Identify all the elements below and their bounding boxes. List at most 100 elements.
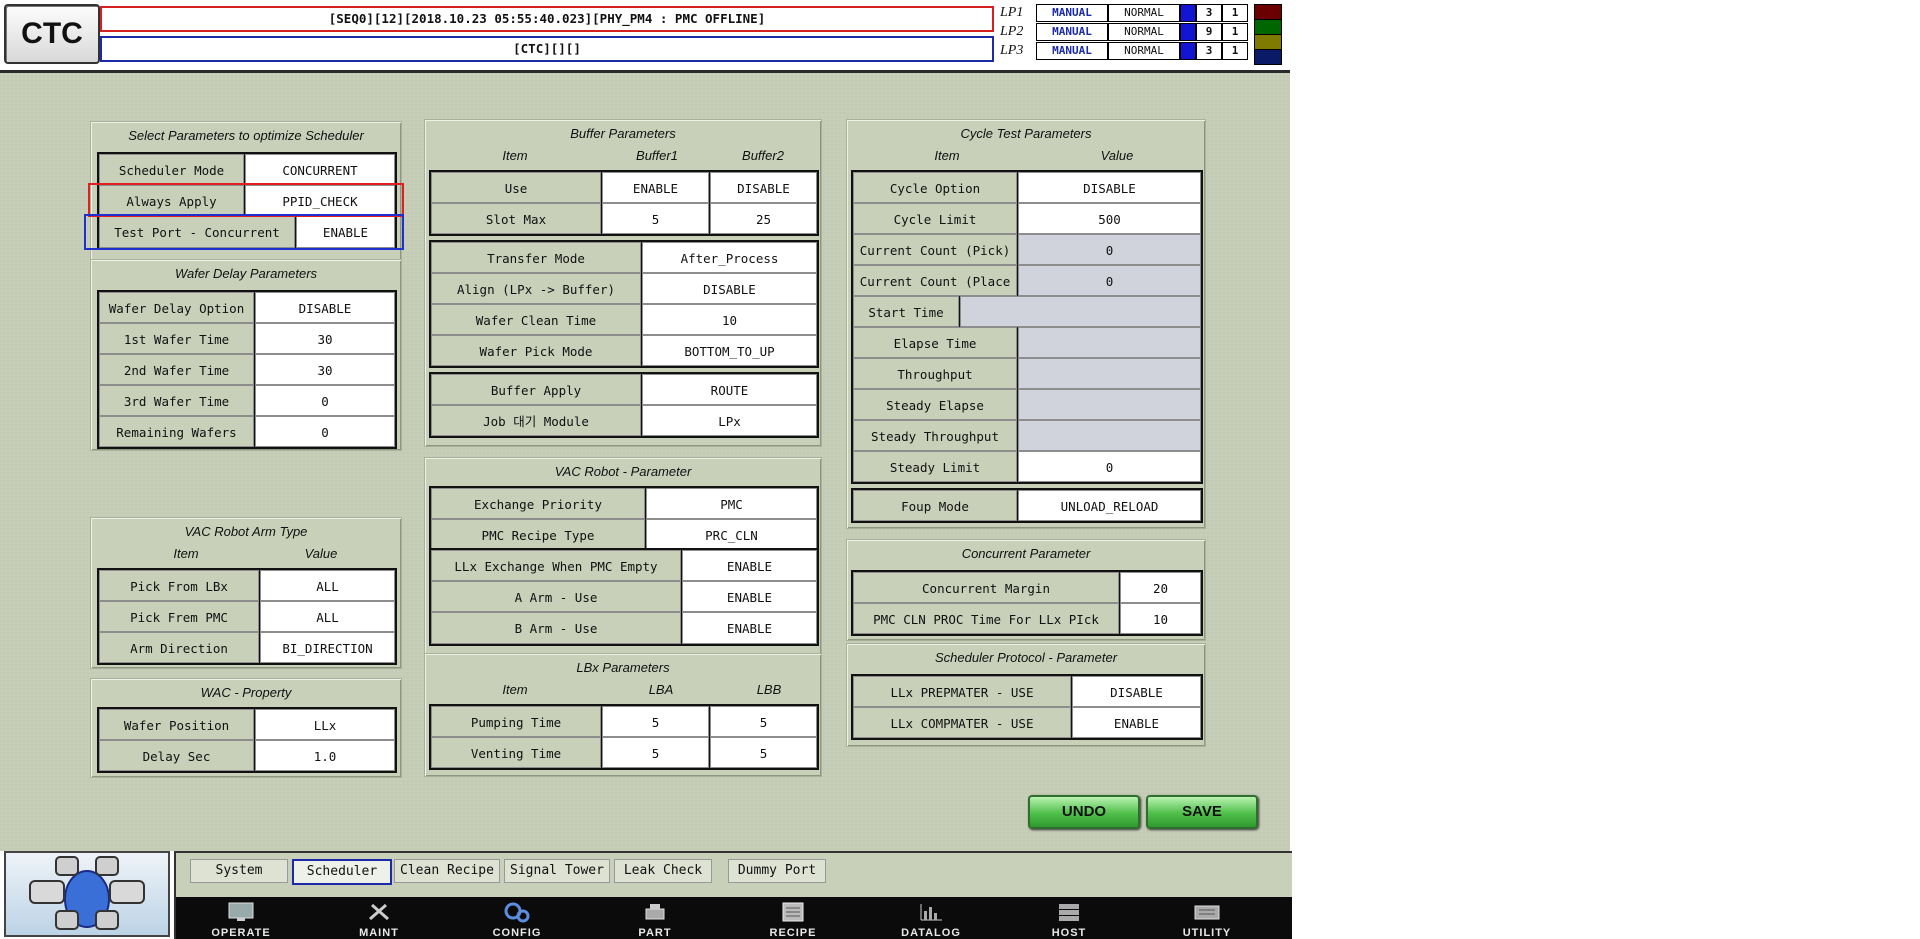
transfer-mode-value[interactable]: After_Process [642,242,817,273]
slot-max-label: Slot Max [431,203,601,234]
pick-from-pmc-value[interactable]: ALL [260,601,395,632]
lp-name: LP2 [1000,24,1024,39]
first-wafer-time-value[interactable]: 30 [255,323,395,354]
concurrent-param-panel: Concurrent Parameter Concurrent Margin 2… [846,539,1206,641]
first-wafer-time-label: 1st Wafer Time [99,323,254,354]
save-button[interactable]: SAVE [1146,795,1258,829]
cycle-option-value[interactable]: DISABLE [1018,172,1201,203]
undo-button[interactable]: UNDO [1028,795,1140,829]
tab-signal-tower[interactable]: Signal Tower [504,859,610,883]
llx-compmater-value[interactable]: ENABLE [1072,707,1201,738]
app-logo: CTC [4,4,100,64]
align-value[interactable]: DISABLE [642,273,817,304]
transfer-mode-label: Transfer Mode [431,242,641,273]
job-wait-module-value[interactable]: LPx [642,405,817,436]
lp-count-1: 3 [1196,4,1222,22]
start-time-label: Start Time [853,296,959,327]
panel-title: VAC Robot Arm Type [184,524,308,539]
nav-part[interactable]: PART [600,897,710,939]
a-arm-use-label: A Arm - Use [431,581,681,612]
buffer-apply-value[interactable]: ROUTE [642,374,817,405]
buffer1-slot-max-value[interactable]: 5 [602,203,709,234]
wafer-pick-mode-value[interactable]: BOTTOM_TO_UP [642,335,817,366]
lba-pumping-time-value[interactable]: 5 [602,706,709,737]
pmc-cln-proc-time-value[interactable]: 10 [1120,603,1201,634]
cycle-limit-label: Cycle Limit [853,203,1017,234]
load-port-row-lp2[interactable]: LP2 MANUAL NORMAL 9 1 [1000,23,1260,41]
load-port-row-lp1[interactable]: LP1 MANUAL NORMAL 3 1 [1000,4,1260,22]
foup-mode-value[interactable]: UNLOAD_RELOAD [1018,490,1201,521]
exchange-priority-value[interactable]: PMC [646,488,817,519]
buffer2-use-value[interactable]: DISABLE [710,172,817,203]
llx-prepmater-value[interactable]: DISABLE [1072,676,1201,707]
buffer1-use-value[interactable]: ENABLE [602,172,709,203]
wafer-pick-mode-label: Wafer Pick Mode [431,335,641,366]
scheduler-protocol-table: LLx PREPMATER - USE DISABLE LLx COMPMATE… [851,674,1203,740]
nav-label: CONFIG [492,927,542,939]
buffer-apply-label: Buffer Apply [431,374,641,405]
wafer-delay-option-value[interactable]: DISABLE [255,292,395,323]
arm-direction-value[interactable]: BI_DIRECTION [260,632,395,663]
current-count-place-label: Current Count (Place [853,265,1017,296]
steady-limit-value[interactable]: 0 [1018,451,1201,482]
column-header-buffer1: Buffer1 [636,148,678,163]
lp-mode: MANUAL [1036,42,1108,60]
delay-sec-value[interactable]: 1.0 [255,740,395,771]
pumping-time-label: Pumping Time [431,706,601,737]
second-wafer-time-value[interactable]: 30 [255,354,395,385]
utility-icon [1194,905,1220,920]
panel-title: Scheduler Protocol - Parameter [934,650,1118,665]
nav-datalog[interactable]: DATALOG [876,897,986,939]
pick-from-lbx-value[interactable]: ALL [260,570,395,601]
pick-from-pmc-label: Pick Frem PMC [99,601,259,632]
concurrent-margin-value[interactable]: 20 [1120,572,1201,603]
wafer-position-value[interactable]: LLx [255,709,395,740]
column-header-item: Item [173,546,199,561]
lp1-color-swatch [1254,4,1282,20]
tab-leak-check[interactable]: Leak Check [614,859,712,883]
load-port-row-lp3[interactable]: LP3 MANUAL NORMAL 3 1 [1000,42,1260,60]
column-header-item: Item [934,148,960,163]
lp-count-2: 1 [1222,4,1248,22]
remaining-wafers-value[interactable]: 0 [255,416,395,447]
wafer-delay-option-label: Wafer Delay Option [99,292,254,323]
panel-title: Wafer Delay Parameters [174,266,318,281]
panel-title: Select Parameters to optimize Scheduler [128,128,364,143]
llx-exchange-value[interactable]: ENABLE [682,550,817,581]
status-message-bar[interactable]: [CTC][][] [100,36,994,62]
job-wait-module-label: Job 대기 Module [431,405,641,436]
wafer-clean-time-value[interactable]: 10 [642,304,817,335]
nav-utility[interactable]: UTILITY [1152,897,1262,939]
tab-scheduler[interactable]: Scheduler [292,859,392,885]
buffer2-slot-max-value[interactable]: 25 [710,203,817,234]
tab-system[interactable]: System [190,859,288,883]
pmc-recipe-type-value[interactable]: PRC_CLN [646,519,817,550]
nav-host[interactable]: HOST [1014,897,1124,939]
lbb-venting-time-value[interactable]: 5 [710,737,817,768]
nav-operate[interactable]: OPERATE [186,897,296,939]
lp-mode: MANUAL [1036,23,1108,41]
lbx-params-panel: LBx Parameters Item LBA LBB Pumping Time… [424,653,822,777]
nav-maint[interactable]: MAINT [324,897,434,939]
current-count-pick-value: 0 [1018,234,1201,265]
cycle-option-label: Cycle Option [853,172,1017,203]
lbb-pumping-time-value[interactable]: 5 [710,706,817,737]
tab-dummy-port[interactable]: Dummy Port [728,859,826,883]
lba-venting-time-value[interactable]: 5 [602,737,709,768]
third-wafer-time-value[interactable]: 0 [255,385,395,416]
cycle-limit-value[interactable]: 500 [1018,203,1201,234]
panel-title: VAC Robot - Parameter [554,464,692,479]
alarm-message-bar[interactable]: [SEQ0][12][2018.10.23 05:55:40.023][PHY_… [100,6,994,32]
tab-clean-recipe[interactable]: Clean Recipe [394,859,500,883]
scheduler-mode-value[interactable]: CONCURRENT [245,154,395,186]
lp-state: NORMAL [1108,23,1180,41]
nav-recipe[interactable]: RECIPE [738,897,848,939]
b-arm-use-value[interactable]: ENABLE [682,612,817,644]
nav-config[interactable]: CONFIG [462,897,572,939]
third-wafer-time-label: 3rd Wafer Time [99,385,254,416]
column-header-lba: LBA [648,682,674,697]
a-arm-use-value[interactable]: ENABLE [682,581,817,612]
nav-label: MAINT [359,927,399,939]
lp-indicator [1180,42,1196,60]
monitor-icon [228,902,254,921]
